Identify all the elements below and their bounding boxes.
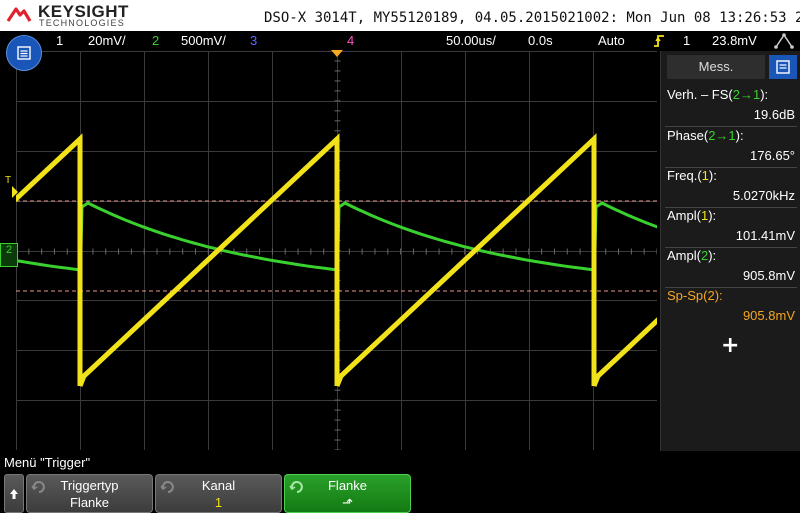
- measurement-label: Freq.(1):: [667, 168, 717, 183]
- waveform-display[interactable]: [0, 50, 800, 451]
- measurement-value: 176.65°: [750, 148, 795, 163]
- measurement-value: 5.0270kHz: [732, 188, 795, 203]
- softkey-slope[interactable]: Flanke ⬏: [284, 474, 411, 513]
- divider: [665, 126, 797, 127]
- softkey-channel[interactable]: Kanal 1: [155, 474, 282, 513]
- keysight-logo-icon: [6, 7, 32, 22]
- trigger-level-marker[interactable]: T: [5, 175, 11, 186]
- ch1-trace: [0, 133, 800, 387]
- trigger-slope-icon: [654, 35, 664, 47]
- softkey-trigger-type[interactable]: Triggertyp Flanke: [26, 474, 153, 513]
- measurement-value: 905.8mV: [742, 308, 795, 323]
- ch1-number[interactable]: 1: [56, 33, 63, 48]
- measurement-value: 101.41mV: [735, 228, 795, 243]
- trigger-position-icon: [331, 50, 343, 57]
- measurement-value: 19.6dB: [753, 107, 795, 122]
- softkey-value: Flanke: [69, 495, 110, 510]
- ch2-ground-marker[interactable]: 2: [0, 243, 18, 267]
- ch1-scale[interactable]: 20mV/: [88, 33, 126, 48]
- softkey-label: Triggertyp: [60, 478, 119, 493]
- measurement-label: Phase(2→1):: [667, 128, 744, 143]
- panel-menu-icon: [776, 60, 790, 74]
- measurement-label: Ampl(2):: [667, 248, 717, 263]
- instrument-title: DSO-X 3014T, MY55120189, 04.05.201502100…: [264, 10, 800, 26]
- measurement-label: Sp-Sp(2):: [667, 288, 723, 303]
- ch3-number[interactable]: 3: [250, 33, 257, 48]
- ch2-scale[interactable]: 500mV/: [181, 33, 226, 48]
- measurement-panel: Mess. Verh. – FS(2→1): 19.6dB Phase(2→1)…: [660, 51, 800, 451]
- title-bar: KEYSIGHT TECHNOLOGIES DSO-X 3014T, MY551…: [0, 0, 800, 31]
- trigger-source[interactable]: 1: [683, 33, 690, 48]
- add-measurement-button[interactable]: +: [721, 333, 739, 358]
- status-bar: 1 20mV/ 2 500mV/ 3 4 50.00us/ 0.0s Auto …: [0, 31, 800, 51]
- brand-sub: TECHNOLOGIES: [39, 18, 125, 28]
- softkey-label: Flanke: [327, 478, 368, 493]
- measurement-label: Ampl(1):: [667, 208, 717, 223]
- menu-title: Menü "Trigger": [4, 455, 91, 470]
- menu-up-button[interactable]: [4, 474, 24, 513]
- timebase-scale[interactable]: 50.00us/: [446, 33, 496, 48]
- waveform-canvas: [0, 50, 800, 451]
- measurement-value: 905.8mV: [742, 268, 795, 283]
- softkey-menu: Menü "Trigger" Triggertyp Flanke Kanal 1…: [0, 451, 800, 513]
- network-icon: [774, 33, 794, 49]
- tab-measurements[interactable]: Mess.: [667, 55, 765, 79]
- softkey-value: 1: [214, 495, 223, 510]
- panel-menu-button[interactable]: [769, 55, 797, 79]
- trigger-level-arrow-icon: [12, 186, 18, 198]
- ch2-number[interactable]: 2: [152, 33, 159, 48]
- arrow-up-icon: [10, 488, 18, 499]
- ch2-marker-label: 2: [5, 244, 13, 256]
- softkey-value: ⬏: [342, 495, 353, 510]
- ch4-number[interactable]: 4: [347, 33, 354, 48]
- measurement-label: Verh. – FS(2→1):: [667, 87, 769, 102]
- main-menu-button[interactable]: [6, 35, 42, 71]
- menu-icon: [17, 46, 31, 60]
- time-delay[interactable]: 0.0s: [528, 33, 553, 48]
- trigger-mode[interactable]: Auto: [598, 33, 625, 48]
- softkey-label: Kanal: [201, 478, 236, 493]
- trigger-level[interactable]: 23.8mV: [712, 33, 757, 48]
